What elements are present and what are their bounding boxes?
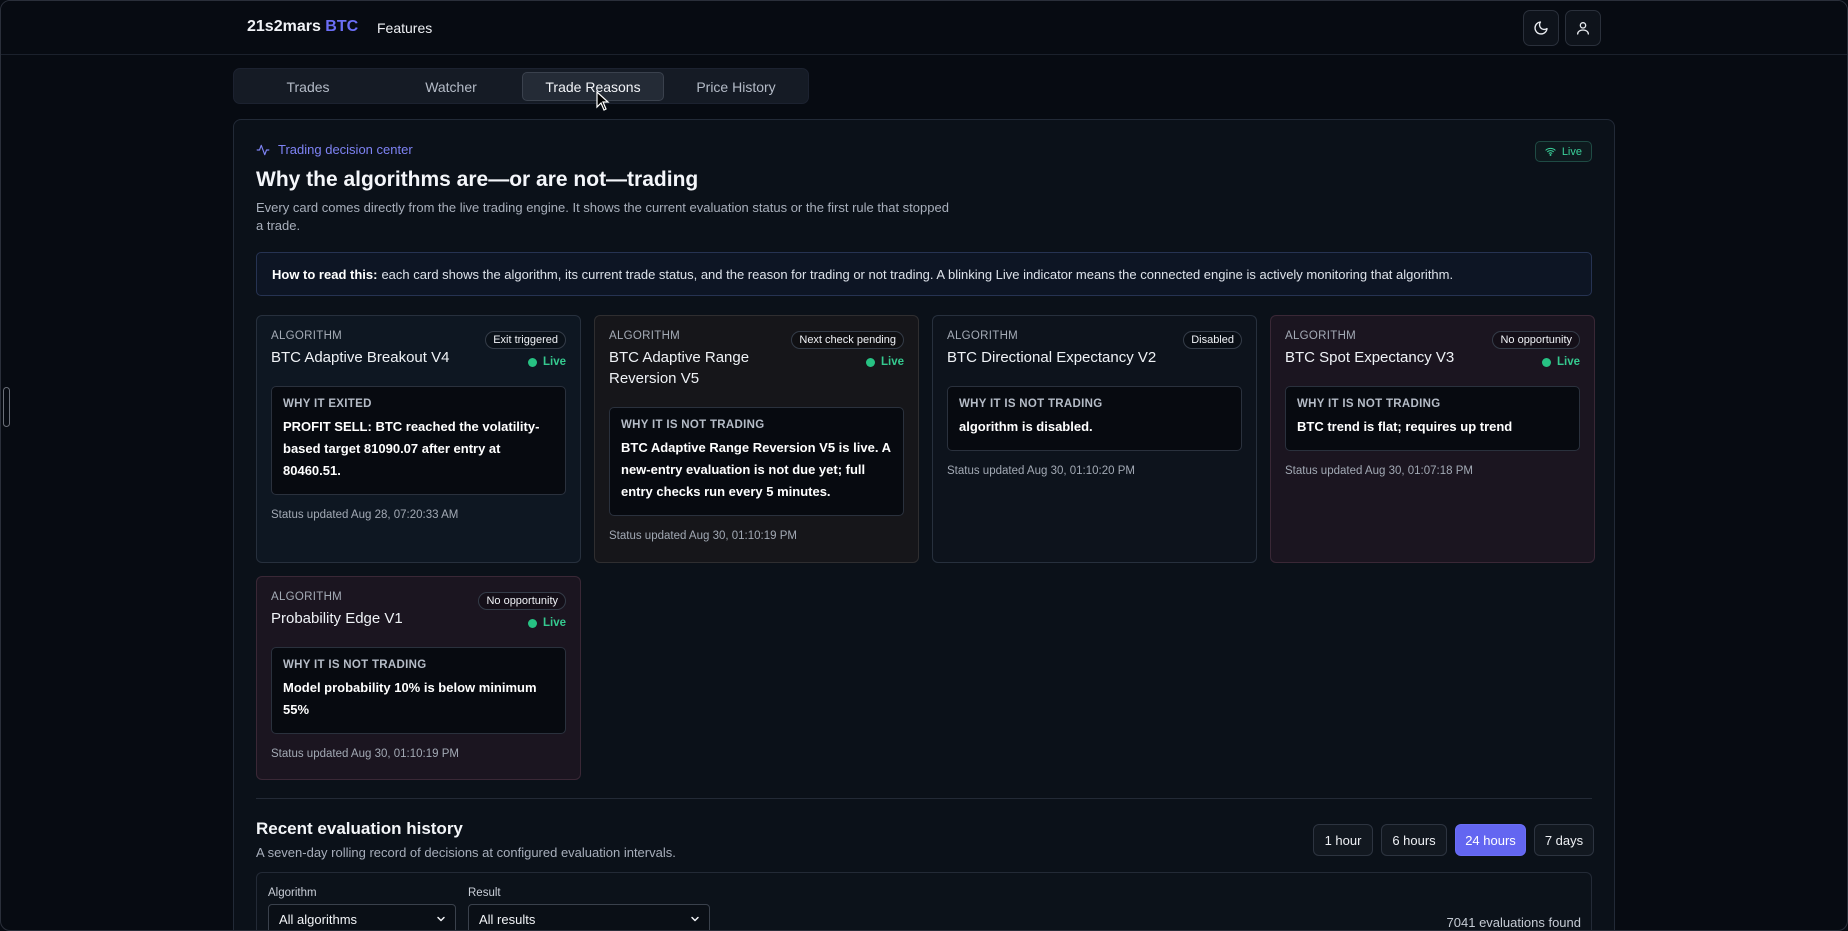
- reason-text: algorithm is disabled.: [959, 419, 1093, 434]
- history-subtitle: A seven-day rolling record of decisions …: [256, 845, 676, 860]
- algorithm-card: ALGORITHM BTC Adaptive Range Reversion V…: [594, 315, 919, 563]
- live-label: Live: [542, 356, 566, 368]
- activity-icon: [256, 144, 270, 155]
- theme-toggle-button[interactable]: [1523, 10, 1559, 46]
- tab-price-history[interactable]: Price History: [665, 72, 807, 101]
- reason-text: PROFIT SELL: BTC reached the volatility-…: [283, 419, 540, 478]
- status-timestamp: Status updated Aug 30, 01:10:20 PM: [947, 465, 1135, 477]
- tab-trade-reasons[interactable]: Trade Reasons: [522, 72, 664, 101]
- reason-text: BTC trend is flat; requires up trend: [1297, 419, 1513, 434]
- algorithm-name: BTC Adaptive Range Reversion V5: [609, 349, 750, 387]
- status-timestamp: Status updated Aug 30, 01:10:19 PM: [271, 748, 459, 760]
- user-menu-button[interactable]: [1565, 10, 1601, 46]
- reason-box: WHY IT IS NOT TRADING BTC trend is flat;…: [1285, 386, 1580, 451]
- reason-box: WHY IT EXITED PROFIT SELL: BTC reached t…: [271, 386, 566, 495]
- trade-reasons-panel: Trading decision center Live Why the alg…: [233, 119, 1615, 930]
- range-24-hours-button[interactable]: 24 hours: [1455, 824, 1526, 856]
- status-timestamp: Status updated Aug 30, 01:10:19 PM: [609, 530, 797, 542]
- live-dot-icon: [865, 357, 875, 367]
- status-badge: No opportunity: [1492, 331, 1580, 349]
- range-1-hour-button[interactable]: 1 hour: [1313, 824, 1373, 856]
- live-status-label: Live: [1561, 145, 1582, 158]
- brand-logo[interactable]: 21s2mars BTC: [247, 18, 358, 36]
- eyebrow-label: Trading decision center: [278, 142, 413, 157]
- brand-name: 21s2mars: [247, 18, 321, 35]
- evaluation-count: 7041 evaluations found: [1446, 915, 1581, 930]
- status-badge: Exit triggered: [485, 331, 566, 349]
- tab-watcher[interactable]: Watcher: [380, 72, 522, 101]
- reason-title: WHY IT IS NOT TRADING: [959, 398, 1103, 410]
- result-filter-select[interactable]: All results: [468, 904, 710, 930]
- algorithm-filter-label: Algorithm: [268, 887, 317, 899]
- algorithm-card: ALGORITHM BTC Adaptive Breakout V4 Exit …: [256, 315, 581, 563]
- result-filter-label: Result: [468, 887, 501, 899]
- chevron-down-icon: [691, 916, 699, 922]
- live-indicator: Live: [1541, 356, 1580, 368]
- reason-title: WHY IT EXITED: [283, 398, 372, 410]
- top-navbar: 21s2mars BTC Features: [1, 1, 1847, 55]
- live-status-badge: Live: [1534, 141, 1592, 162]
- history-title: Recent evaluation history: [256, 819, 463, 838]
- features-link[interactable]: Features: [377, 20, 432, 36]
- algorithm-card: ALGORITHM BTC Spot Expectancy V3 No oppo…: [1270, 315, 1595, 563]
- live-dot-icon: [1541, 357, 1551, 367]
- range-6-hours-button[interactable]: 6 hours: [1381, 824, 1447, 856]
- page-title: Why the algorithms are—or are not—tradin…: [256, 168, 699, 191]
- algorithm-name: BTC Spot Expectancy V3: [1285, 349, 1455, 366]
- algorithm-name: Probability Edge V1: [271, 610, 403, 627]
- reason-title: WHY IT IS NOT TRADING: [621, 419, 765, 431]
- section-divider: [256, 798, 1592, 799]
- panel-eyebrow: Trading decision center: [256, 142, 413, 157]
- mouse-cursor-icon: [596, 91, 610, 111]
- status-timestamp: Status updated Aug 28, 07:20:33 AM: [271, 509, 459, 521]
- algorithm-card: ALGORITHM BTC Directional Expectancy V2 …: [932, 315, 1257, 563]
- view-tabs: Trades Watcher Trade Reasons Price Histo…: [233, 68, 809, 104]
- status-badge: Next check pending: [791, 331, 904, 349]
- reason-title: WHY IT IS NOT TRADING: [283, 659, 427, 671]
- live-label: Live: [1556, 356, 1580, 368]
- reason-text: BTC Adaptive Range Reversion V5 is live.…: [621, 440, 891, 499]
- result-filter-value: All results: [479, 911, 536, 927]
- live-dot-icon: [527, 618, 537, 628]
- reason-box: WHY IT IS NOT TRADING Model probability …: [271, 647, 566, 734]
- reason-box: WHY IT IS NOT TRADING algorithm is disab…: [947, 386, 1242, 451]
- algorithm-filter-select[interactable]: All algorithms: [268, 904, 456, 930]
- brand-accent: BTC: [325, 18, 359, 35]
- how-to-read-banner: How to read this: each card shows the al…: [256, 252, 1592, 296]
- chevron-down-icon: [437, 916, 445, 922]
- moon-icon: [1534, 21, 1548, 35]
- history-filters: Algorithm All algorithms Result All resu…: [256, 872, 1592, 930]
- live-indicator: Live: [865, 356, 904, 368]
- app-window: 21s2mars BTC Features Trades Watcher Tra…: [0, 0, 1848, 931]
- algorithm-filter-value: All algorithms: [279, 911, 358, 927]
- resize-handle[interactable]: [3, 387, 10, 427]
- page-description: Every card comes directly from the live …: [256, 200, 949, 233]
- reason-text: Model probability 10% is below minimum 5…: [283, 680, 537, 717]
- status-badge: Disabled: [1183, 331, 1242, 349]
- user-icon: [1577, 22, 1589, 35]
- wifi-icon: [1545, 147, 1556, 156]
- algorithm-name: BTC Directional Expectancy V2: [947, 349, 1157, 366]
- reason-box: WHY IT IS NOT TRADING BTC Adaptive Range…: [609, 407, 904, 516]
- range-7-days-button[interactable]: 7 days: [1534, 824, 1594, 856]
- status-badge: No opportunity: [478, 592, 566, 610]
- live-label: Live: [542, 617, 566, 629]
- tab-trades[interactable]: Trades: [237, 72, 379, 101]
- algorithm-card: ALGORITHM Probability Edge V1 No opportu…: [256, 576, 581, 780]
- how-to-read-label: How to read this:: [272, 266, 378, 282]
- how-to-read-text: each card shows the algorithm, its curre…: [381, 266, 1454, 282]
- reason-title: WHY IT IS NOT TRADING: [1297, 398, 1441, 410]
- live-label: Live: [880, 356, 904, 368]
- live-dot-icon: [527, 357, 537, 367]
- live-indicator: Live: [527, 356, 566, 368]
- live-indicator: Live: [527, 617, 566, 629]
- status-timestamp: Status updated Aug 30, 01:07:18 PM: [1285, 465, 1473, 477]
- algorithm-name: BTC Adaptive Breakout V4: [271, 349, 450, 366]
